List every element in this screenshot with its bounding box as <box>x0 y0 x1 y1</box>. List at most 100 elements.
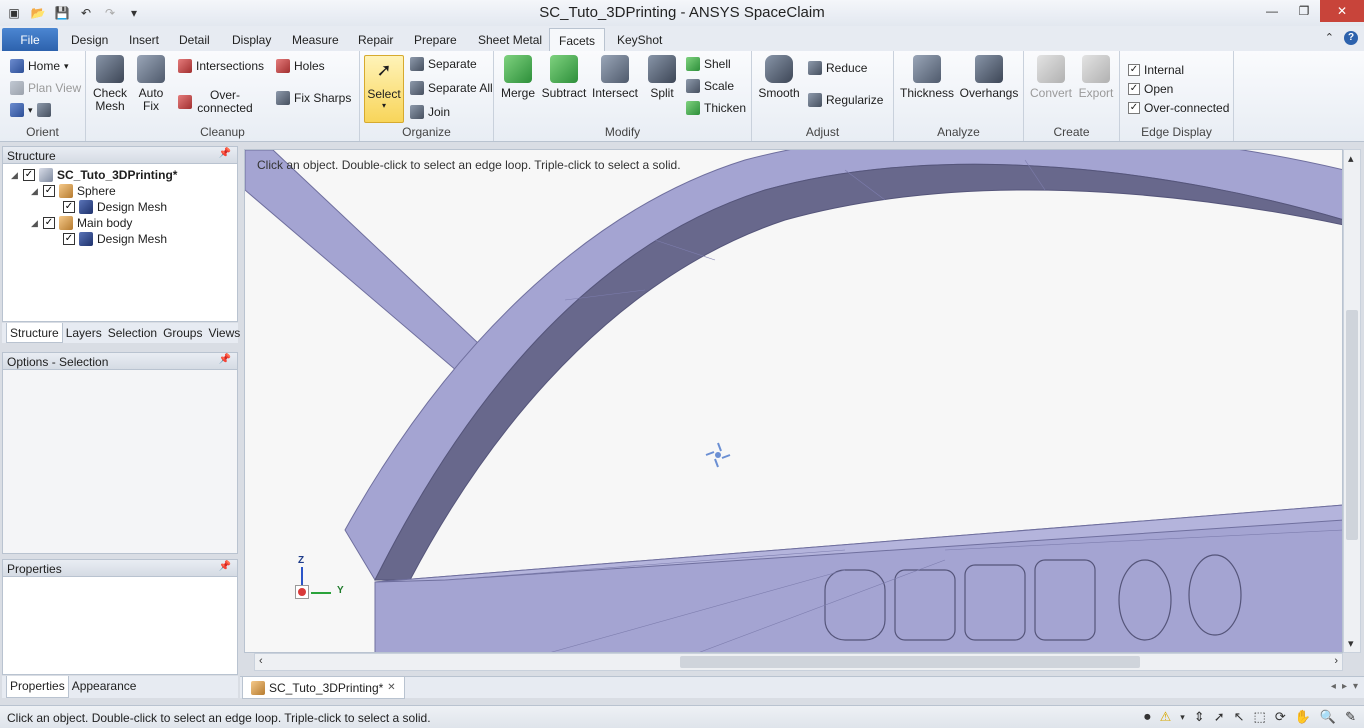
rotate-view-icon[interactable]: ⟳ <box>1275 709 1286 725</box>
expand-icon[interactable]: ◢ <box>31 186 39 197</box>
warning-dropdown-icon[interactable]: ▾ <box>1180 712 1185 723</box>
spin-icon[interactable]: ⇕ <box>1194 709 1205 725</box>
smooth-button[interactable]: Smooth <box>758 55 800 100</box>
tab-insert[interactable]: Insert <box>120 28 168 51</box>
tab-keyshot[interactable]: KeyShot <box>608 28 671 51</box>
warning-icon[interactable]: ⚠ <box>1160 709 1172 725</box>
horizontal-scrollbar[interactable]: ‹ › <box>254 653 1343 671</box>
separate-all-button[interactable]: Separate All <box>410 81 493 95</box>
close-button[interactable]: ✕ <box>1320 0 1364 22</box>
select-mode-icon[interactable]: ➚ <box>1214 709 1225 725</box>
zoom-extents-icon[interactable] <box>36 103 51 117</box>
horizontal-scroll-thumb[interactable] <box>680 656 1140 668</box>
scale-button[interactable]: Scale <box>686 79 734 93</box>
tab-structure[interactable]: Structure <box>6 323 63 343</box>
tab-facets[interactable]: Facets <box>549 28 606 51</box>
visibility-checkbox[interactable]: ✓ <box>23 169 35 181</box>
overhangs-button[interactable]: Overhangs <box>958 55 1020 100</box>
tab-detail[interactable]: Detail <box>170 28 219 51</box>
visibility-checkbox[interactable]: ✓ <box>43 185 55 197</box>
expand-icon[interactable]: ◢ <box>31 218 39 229</box>
minimize-button[interactable]: — <box>1256 0 1288 22</box>
reduce-button[interactable]: Reduce <box>808 61 867 75</box>
separate-button[interactable]: Separate <box>410 57 477 71</box>
thicken-button[interactable]: Thicken <box>686 101 746 115</box>
visibility-checkbox[interactable]: ✓ <box>43 217 55 229</box>
split-button[interactable]: Split <box>646 55 678 100</box>
expand-icon[interactable]: ◢ <box>11 170 19 181</box>
vertical-scrollbar[interactable]: ▴ ▾ <box>1343 149 1361 653</box>
tab-design[interactable]: Design <box>62 28 117 51</box>
home-button[interactable]: Home ▾ <box>10 59 69 73</box>
tab-display[interactable]: Display <box>223 28 280 51</box>
tree-item-root[interactable]: ◢ ✓ SC_Tuto_3DPrinting* <box>11 168 177 182</box>
pin-icon[interactable]: 📌 <box>219 354 231 365</box>
join-button[interactable]: Join <box>410 105 450 119</box>
thickness-button[interactable]: Thickness <box>900 55 954 100</box>
scroll-right-icon[interactable]: › <box>1334 655 1338 667</box>
merge-button[interactable]: Merge <box>500 55 536 100</box>
view-cube-button[interactable]: ▾ <box>10 103 51 117</box>
scroll-left-icon[interactable]: ‹ <box>259 655 263 667</box>
maximize-button[interactable]: ❐ <box>1288 0 1320 22</box>
zoom-icon[interactable]: 🔍 <box>1320 709 1336 725</box>
tab-list-icon[interactable]: ▾ <box>1353 681 1358 692</box>
help-icon[interactable]: ? <box>1344 31 1358 45</box>
vertical-scroll-thumb[interactable] <box>1346 310 1358 540</box>
overconnected-checkbox[interactable]: ✓ Over-connected <box>1128 101 1229 115</box>
scroll-down-icon[interactable]: ▾ <box>1348 637 1354 650</box>
auto-fix-button[interactable]: Auto Fix <box>134 55 168 113</box>
tree-item-sphere[interactable]: ◢ ✓ Sphere <box>31 184 116 198</box>
tab-properties[interactable]: Properties <box>6 676 69 698</box>
pan-icon[interactable]: ✋ <box>1295 709 1311 725</box>
collapse-ribbon-icon[interactable]: ⌃ <box>1325 31 1334 45</box>
intersections-button[interactable]: Intersections <box>178 59 264 73</box>
holes-button[interactable]: Holes <box>276 59 325 73</box>
subtract-button[interactable]: Subtract <box>542 55 586 100</box>
tab-views[interactable]: Views <box>205 323 243 343</box>
scroll-up-icon[interactable]: ▴ <box>1348 152 1354 165</box>
internal-checkbox[interactable]: ✓ Internal <box>1128 63 1184 77</box>
select-button[interactable]: ➚ Select ▾ <box>364 55 404 123</box>
shell-button[interactable]: Shell <box>686 57 731 71</box>
smooth-icon <box>765 55 793 83</box>
box-select-icon[interactable]: ⬚ <box>1254 709 1266 725</box>
separate-icon <box>410 57 424 71</box>
tab-layers[interactable]: Layers <box>63 323 105 343</box>
sketch-icon[interactable]: ✎ <box>1345 709 1356 725</box>
overconnected-button[interactable]: Over-connected <box>178 89 264 115</box>
group-label: Modify <box>604 125 641 139</box>
select-arrow-icon[interactable]: ↖ <box>1234 709 1245 725</box>
visibility-checkbox[interactable]: ✓ <box>63 201 75 213</box>
tab-sheet-metal[interactable]: Sheet Metal <box>469 28 551 51</box>
tab-prepare[interactable]: Prepare <box>405 28 466 51</box>
tab-scroll-left-icon[interactable]: ◂ <box>1331 681 1336 692</box>
tab-repair[interactable]: Repair <box>349 28 402 51</box>
convert-button[interactable]: Convert <box>1030 55 1072 100</box>
tab-measure[interactable]: Measure <box>283 28 348 51</box>
tab-groups[interactable]: Groups <box>160 323 205 343</box>
intersect-button[interactable]: Intersect <box>592 55 638 100</box>
mesh-model[interactable] <box>245 150 1343 653</box>
3d-viewport[interactable]: Click an object. Double-click to select … <box>244 149 1343 653</box>
close-tab-icon[interactable]: ✕ <box>387 682 395 693</box>
open-checkbox[interactable]: ✓ Open <box>1128 82 1173 96</box>
regularize-button[interactable]: Regularize <box>808 93 883 107</box>
plan-view-button[interactable]: Plan View <box>10 81 81 95</box>
tab-scroll-right-icon[interactable]: ▸ <box>1342 681 1347 692</box>
export-button[interactable]: Export <box>1076 55 1116 100</box>
document-tab[interactable]: SC_Tuto_3DPrinting* ✕ <box>242 677 405 699</box>
stop-icon[interactable]: ⏺ <box>1144 709 1151 725</box>
tab-file[interactable]: File <box>2 28 58 51</box>
fix-sharps-button[interactable]: Fix Sharps <box>276 91 351 105</box>
tree-item-sphere-mesh[interactable]: ✓ Design Mesh <box>63 200 167 214</box>
tree-item-main-mesh[interactable]: ✓ Design Mesh <box>63 232 167 246</box>
tab-selection[interactable]: Selection <box>105 323 160 343</box>
check-mesh-button[interactable]: Check Mesh <box>92 55 128 113</box>
tree-item-main-body[interactable]: ◢ ✓ Main body <box>31 216 132 230</box>
properties-panel-tabs: Properties Appearance <box>2 676 238 698</box>
visibility-checkbox[interactable]: ✓ <box>63 233 75 245</box>
pin-icon[interactable]: 📌 <box>219 148 231 159</box>
tab-appearance[interactable]: Appearance <box>69 676 140 698</box>
pin-icon[interactable]: 📌 <box>219 561 231 572</box>
